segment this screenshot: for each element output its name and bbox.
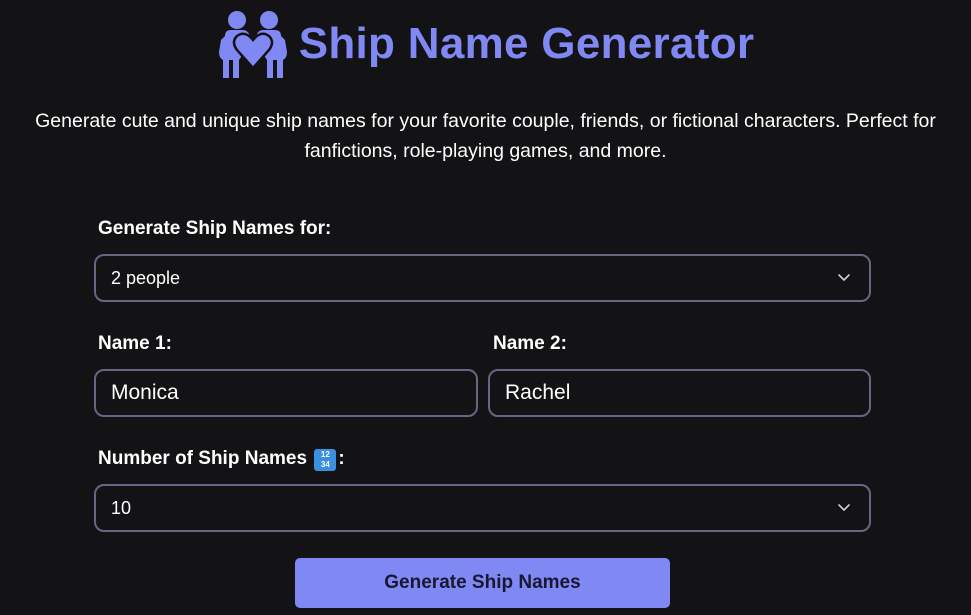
name1-value: Monica bbox=[111, 381, 179, 404]
name2-label: Name 2: bbox=[493, 333, 567, 354]
name2-input[interactable]: Rachel bbox=[488, 369, 871, 417]
name2-value: Rachel bbox=[505, 381, 571, 404]
page-description: Generate cute and unique ship names for … bbox=[35, 110, 936, 162]
generate-button[interactable]: Generate Ship Names bbox=[295, 558, 670, 608]
ship-count-select[interactable]: 10 bbox=[94, 484, 871, 532]
people-count-value: 2 people bbox=[111, 267, 181, 288]
name1-input[interactable]: Monica bbox=[94, 369, 478, 417]
couple-heart-icon bbox=[218, 11, 287, 78]
ship-count-label: Number of Ship Names 12 34: bbox=[98, 448, 345, 471]
name1-label: Name 1: bbox=[98, 333, 172, 354]
ship-count-label-text: Number of Ship Names bbox=[98, 448, 308, 469]
people-count-select[interactable]: 2 people bbox=[94, 254, 871, 302]
ship-count-value: 10 bbox=[111, 497, 132, 518]
page-header: Ship Name Generator bbox=[0, 8, 971, 80]
input-numbers-emoji: 12 34 bbox=[314, 449, 337, 471]
page-title: Ship Name Generator bbox=[298, 19, 755, 68]
chevron-down-icon bbox=[838, 504, 850, 511]
people-count-label: Generate Ship Names for: bbox=[98, 218, 332, 239]
chevron-down-icon bbox=[838, 274, 850, 281]
